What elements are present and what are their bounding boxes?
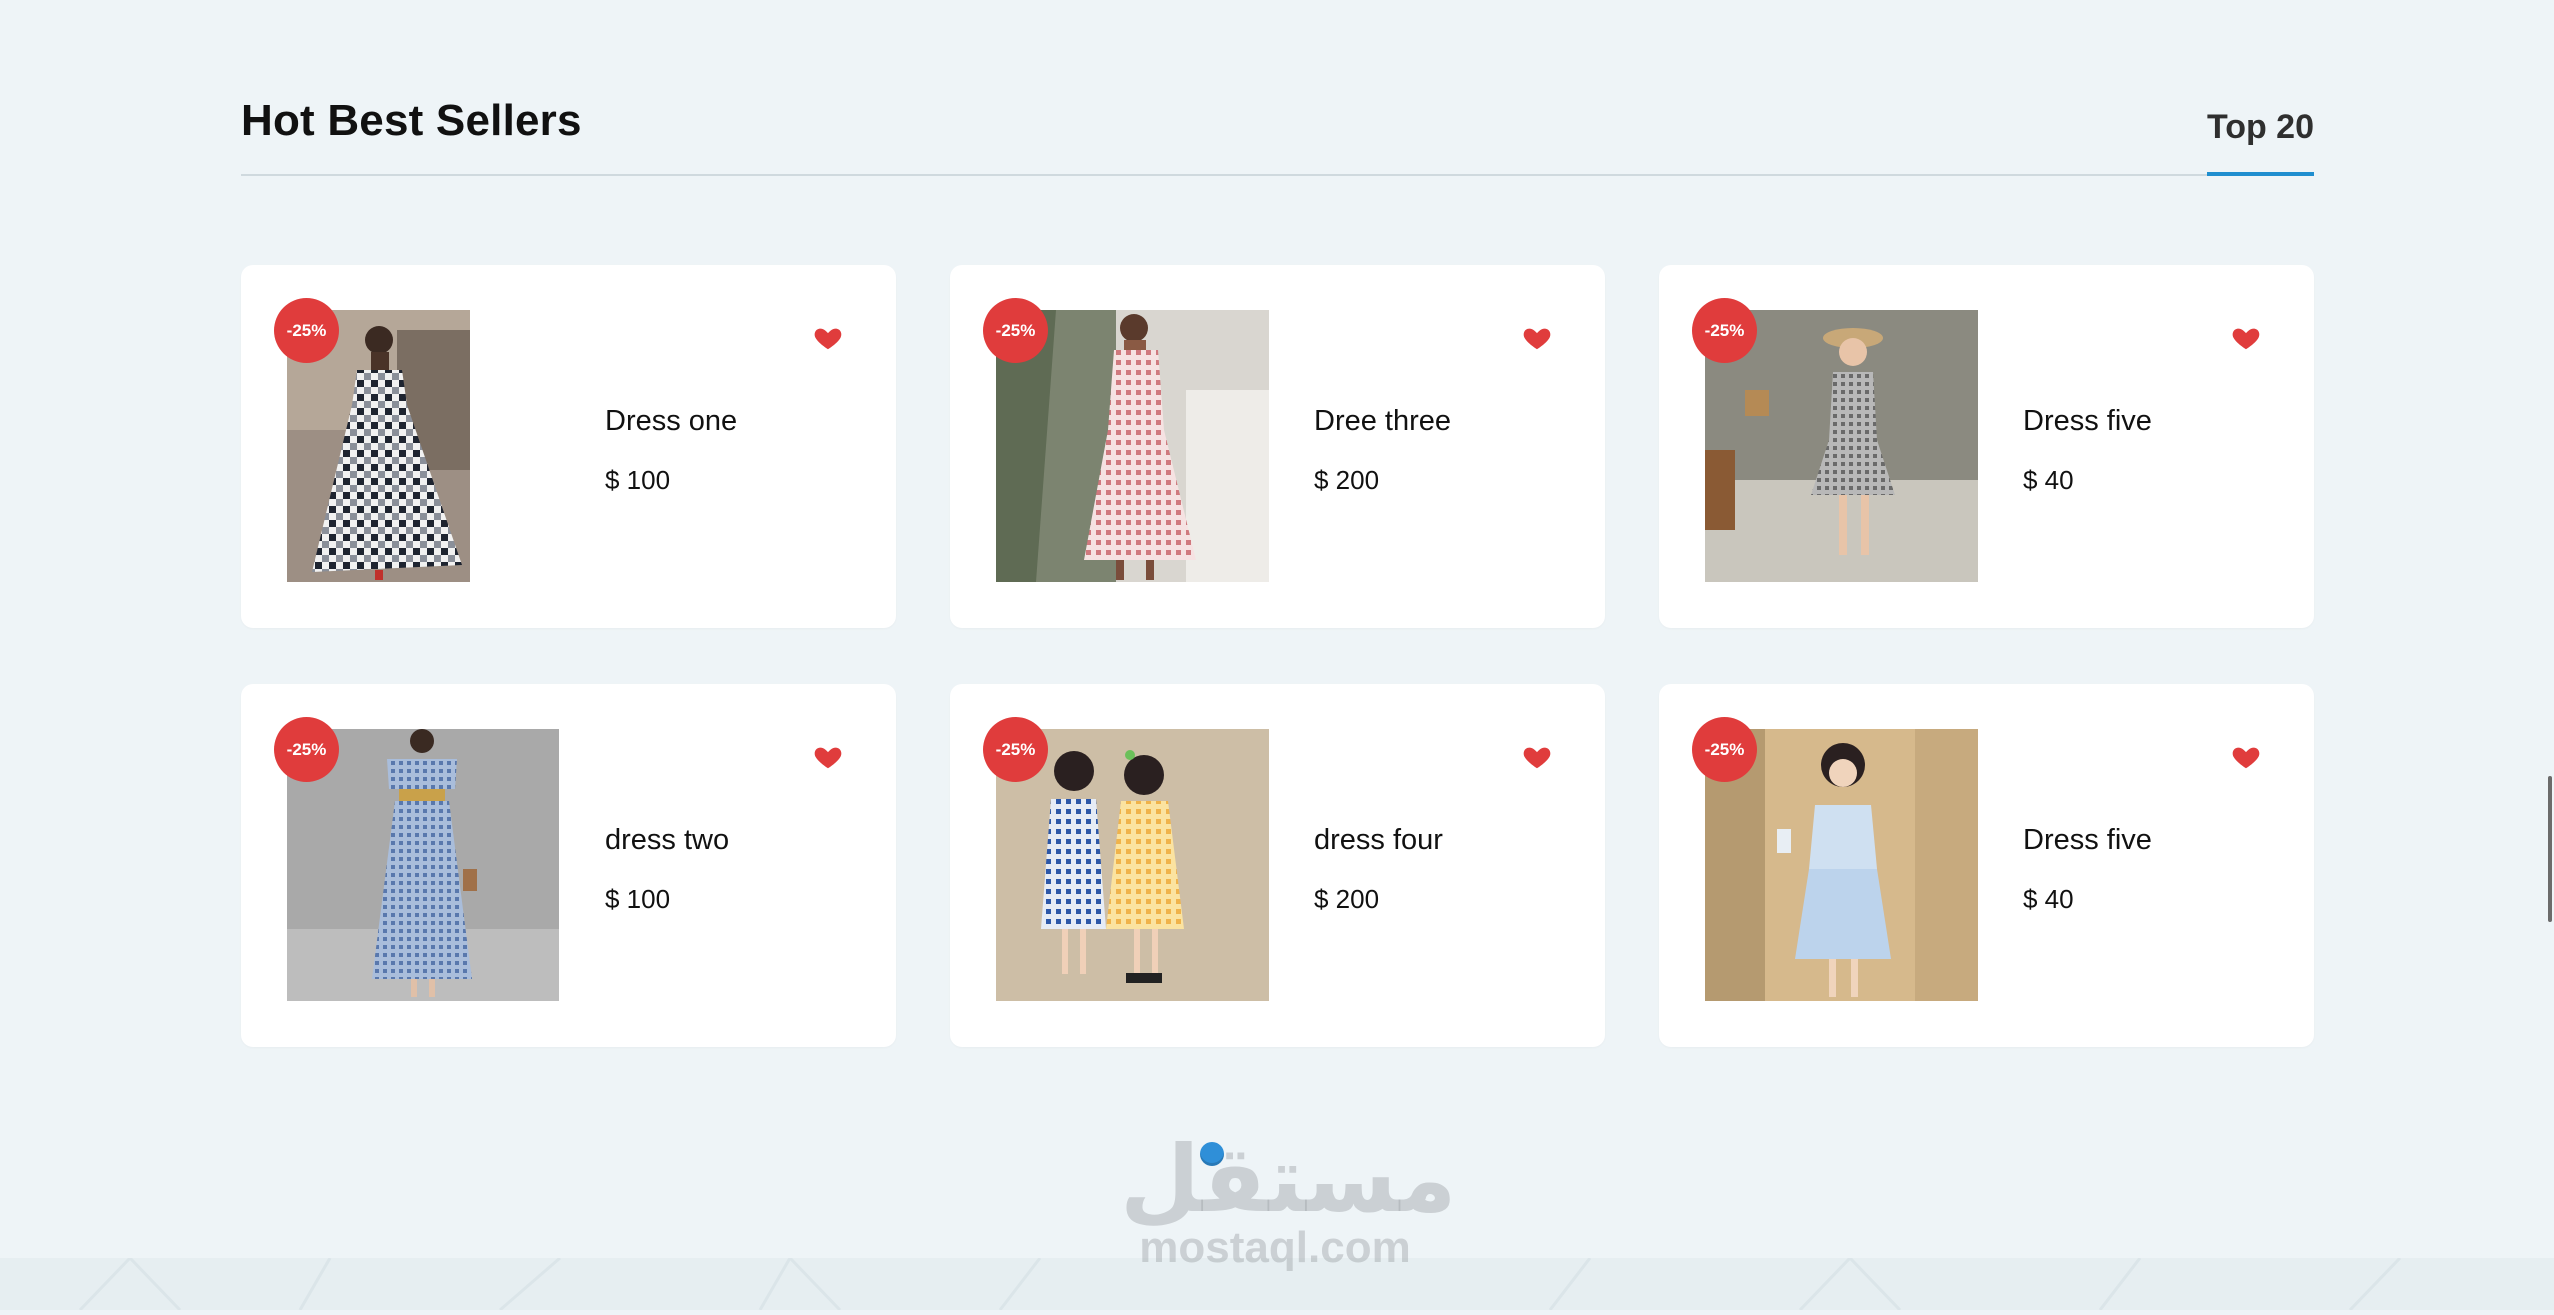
section-title: Hot Best Sellers	[241, 96, 582, 145]
product-card[interactable]: -25% dress two $ 100	[241, 684, 896, 1047]
product-price: $ 100	[605, 884, 671, 914]
product-name[interactable]: dress two	[605, 824, 729, 857]
discount-badge: -25%	[274, 717, 339, 782]
product-price: $ 100	[605, 465, 671, 495]
product-card[interactable]: -25% Dree three $ 200	[950, 265, 1605, 628]
heart-icon[interactable]	[813, 323, 843, 353]
tab-top-20[interactable]: Top 20	[2206, 108, 2314, 176]
product-price: $ 200	[1314, 465, 1380, 495]
heart-icon[interactable]	[1522, 742, 1552, 772]
watermark-dot	[1200, 1142, 1224, 1166]
heart-icon[interactable]	[2231, 742, 2261, 772]
watermark-logo: مستقل mostaql.com	[1120, 1126, 1457, 1290]
discount-badge: -25%	[274, 298, 339, 363]
product-price: $ 40	[2023, 884, 2074, 914]
watermark-domain: mostaql.com	[1139, 1223, 1411, 1272]
product-price: $ 40	[2023, 465, 2074, 495]
discount-badge: -25%	[1692, 298, 1757, 363]
heart-icon[interactable]	[2231, 323, 2261, 353]
section-header: Hot Best Sellers Top 20	[241, 96, 2314, 176]
product-price: $ 200	[1314, 884, 1380, 914]
product-name[interactable]: Dress five	[2023, 824, 2152, 857]
product-card[interactable]: -25% Dress one $ 100	[241, 265, 896, 628]
product-card[interactable]: -25% dress four $ 200	[950, 684, 1605, 1047]
scrollbar-thumb[interactable]	[2548, 776, 2552, 922]
product-name[interactable]: dress four	[1314, 824, 1443, 857]
product-name[interactable]: Dree three	[1314, 405, 1451, 438]
product-card[interactable]: -25% Dress five $ 40	[1659, 265, 2314, 628]
product-card[interactable]: -25% Dress five $ 40	[1659, 684, 2314, 1047]
discount-badge: -25%	[1692, 717, 1757, 782]
heart-icon[interactable]	[813, 742, 843, 772]
product-name[interactable]: Dress five	[2023, 405, 2152, 438]
product-grid: -25% Dress one $ 100 -25% Dree three $ 2…	[241, 265, 2314, 1047]
discount-badge: -25%	[983, 298, 1048, 363]
watermark-mark: مستقل	[1120, 1126, 1457, 1233]
heart-icon[interactable]	[1522, 323, 1552, 353]
product-name[interactable]: Dress one	[605, 405, 737, 438]
discount-badge: -25%	[983, 717, 1048, 782]
